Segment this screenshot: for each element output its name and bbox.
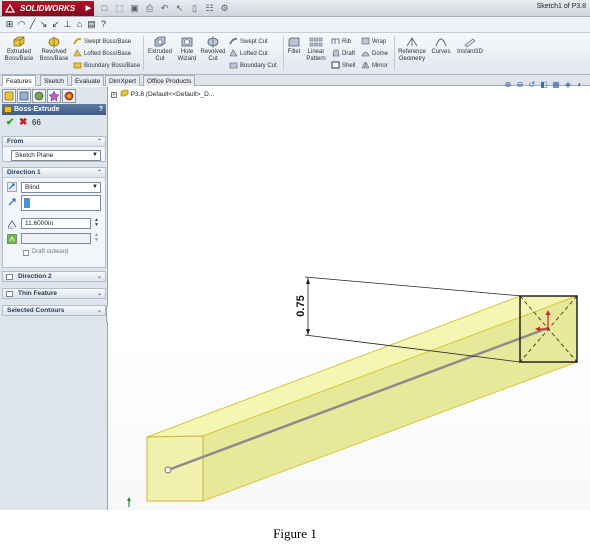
dimension-arrow [306,329,310,335]
direction-handle[interactable] [164,466,172,474]
dimension-arrow [306,278,310,284]
solidworks-window: SOLIDWORKS ▶ □ ⬚ ▣ ⎙ ↶ ↖ ▯ ☷ ⚙ Sketch1 o… [0,0,590,510]
triad-icon [127,497,131,507]
model-viewport: 0.75 [127,276,578,507]
dimension-value[interactable]: 0.75 [295,295,307,316]
dimension-label-group[interactable]: 0.75 [295,295,307,316]
extrude-direction-line [167,326,549,472]
dimension-extension-line [304,276,523,297]
figure-caption: Figure 1 [273,526,317,541]
